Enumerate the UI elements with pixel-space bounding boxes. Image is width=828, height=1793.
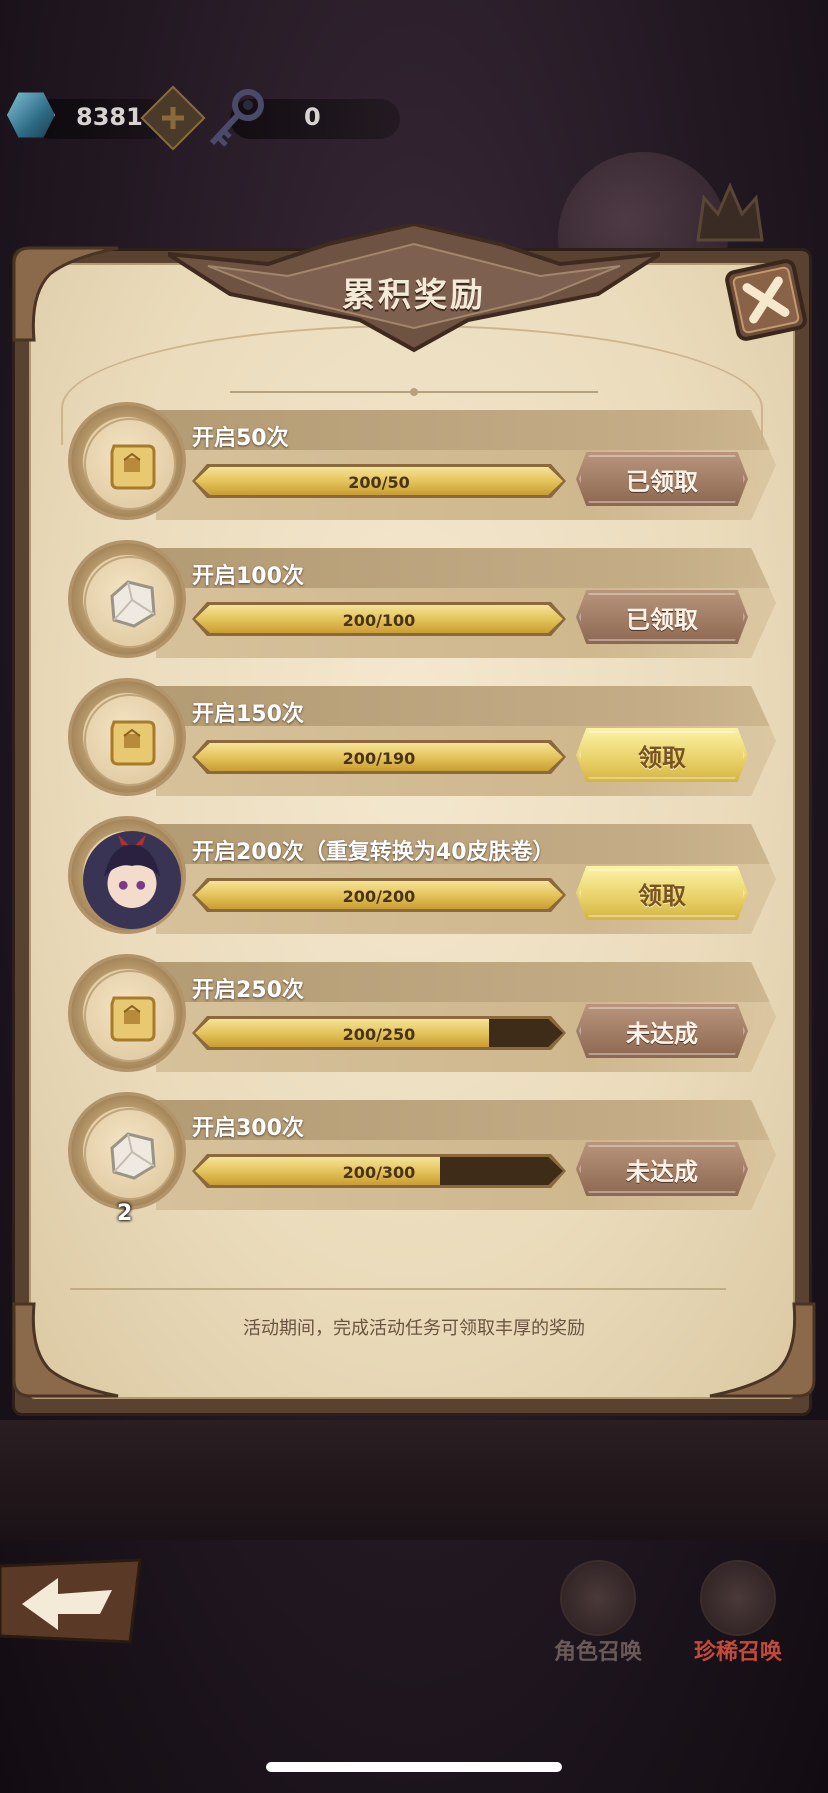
scroll-icon — [104, 990, 160, 1046]
button-border — [579, 869, 745, 917]
claimed-button[interactable]: 已领取 — [576, 452, 748, 506]
reward-medallion-inner — [84, 694, 176, 786]
progress-text: 200/250 — [342, 1025, 416, 1044]
button-border — [579, 455, 745, 503]
footer-divider — [70, 1288, 726, 1290]
scroll-icon — [104, 714, 160, 770]
reward-label: 开启300次 — [192, 1116, 304, 1141]
claim-button[interactable]: 领取 — [576, 728, 748, 782]
reward-medallion[interactable] — [68, 402, 186, 520]
reward-row: 开启100次 200/100 已领取 — [66, 538, 776, 662]
reward-label: 开启150次 — [192, 702, 304, 727]
chest-icon — [700, 1560, 776, 1636]
unmet-button[interactable]: 未达成 — [576, 1142, 748, 1196]
progress-bar: 200/200 — [192, 878, 566, 912]
reward-label: 开启50次 — [192, 426, 289, 451]
reward-medallion[interactable] — [68, 954, 186, 1072]
add-gems-icon[interactable] — [140, 85, 206, 151]
progress-track: 200/50 — [195, 467, 563, 495]
home-indicator — [266, 1762, 562, 1772]
progress-text: 200/100 — [342, 611, 416, 630]
reward-medallion-inner — [84, 418, 176, 510]
ground-background — [0, 1420, 828, 1540]
title-divider — [230, 388, 598, 396]
currency-bar: 8381 0 — [0, 85, 828, 155]
footer-note: 活动期间，完成活动任务可领取丰厚的奖励 — [243, 1318, 585, 1339]
reward-medallion[interactable] — [68, 540, 186, 658]
progress-bar: 200/100 — [192, 602, 566, 636]
progress-track: 200/100 — [195, 605, 563, 633]
button-border — [579, 593, 745, 641]
crown-ornament-icon — [696, 182, 764, 242]
reward-label: 开启200次（重复转换为40皮肤卷） — [192, 840, 555, 865]
reward-label: 开启250次 — [192, 978, 304, 1003]
reward-medallion-inner — [83, 831, 181, 929]
button-border — [579, 731, 745, 779]
progress-text: 200/190 — [342, 749, 416, 768]
reward-row: 开启150次 200/190 领取 — [66, 676, 776, 800]
claimed-button[interactable]: 已领取 — [576, 590, 748, 644]
character-summon-button[interactable]: 角色召唤 — [538, 1560, 658, 1665]
button-border — [579, 1007, 745, 1055]
progress-text: 200/200 — [342, 887, 416, 906]
reward-medallion[interactable] — [68, 816, 186, 934]
chest-icon — [560, 1560, 636, 1636]
corner-ornament-icon — [12, 246, 119, 342]
unmet-button[interactable]: 未达成 — [576, 1004, 748, 1058]
progress-bar: 200/50 — [192, 464, 566, 498]
reward-medallion-inner — [84, 970, 176, 1062]
progress-track: 200/190 — [195, 743, 563, 771]
reward-medallion[interactable] — [68, 678, 186, 796]
claim-button[interactable]: 领取 — [576, 866, 748, 920]
rare-summon-button[interactable]: 珍稀召唤 — [678, 1560, 798, 1665]
progress-text: 200/300 — [342, 1163, 416, 1182]
stone-icon — [104, 576, 160, 632]
progress-bar: 200/190 — [192, 740, 566, 774]
progress-bar: 200/300 — [192, 1154, 566, 1188]
button-border — [579, 1145, 745, 1193]
character-summon-label: 角色召唤 — [553, 1640, 642, 1665]
reward-row: 2 开启300次 200/300 未达成 — [66, 1090, 776, 1226]
reward-row: 开启50次 200/50 已领取 — [66, 400, 776, 524]
progress-bar: 200/250 — [192, 1016, 566, 1050]
reward-medallion-inner — [84, 556, 176, 648]
progress-text: 200/50 — [348, 473, 410, 492]
key-icon — [209, 89, 264, 147]
reward-medallion-inner — [84, 1108, 176, 1200]
reward-medallion[interactable]: 2 — [68, 1092, 186, 1226]
stone-icon — [104, 1128, 160, 1184]
panel-title: 累积奖励 — [342, 275, 486, 314]
close-button[interactable] — [718, 252, 814, 348]
progress-track: 200/250 — [195, 1019, 563, 1047]
character-portrait-icon — [83, 831, 181, 929]
gem-count: 8381 — [76, 103, 143, 131]
item-count: 2 — [117, 1201, 133, 1226]
progress-track: 200/300 — [195, 1157, 563, 1185]
reward-label: 开启100次 — [192, 564, 304, 589]
progress-track: 200/200 — [195, 881, 563, 909]
key-count: 0 — [304, 103, 321, 131]
back-button[interactable] — [0, 1556, 150, 1646]
rare-summon-label: 珍稀召唤 — [693, 1640, 782, 1665]
reward-row: 开启250次 200/250 未达成 — [66, 952, 776, 1076]
scroll-icon — [104, 438, 160, 494]
reward-row: 开启200次（重复转换为40皮肤卷） 200/200 领取 — [66, 814, 776, 938]
